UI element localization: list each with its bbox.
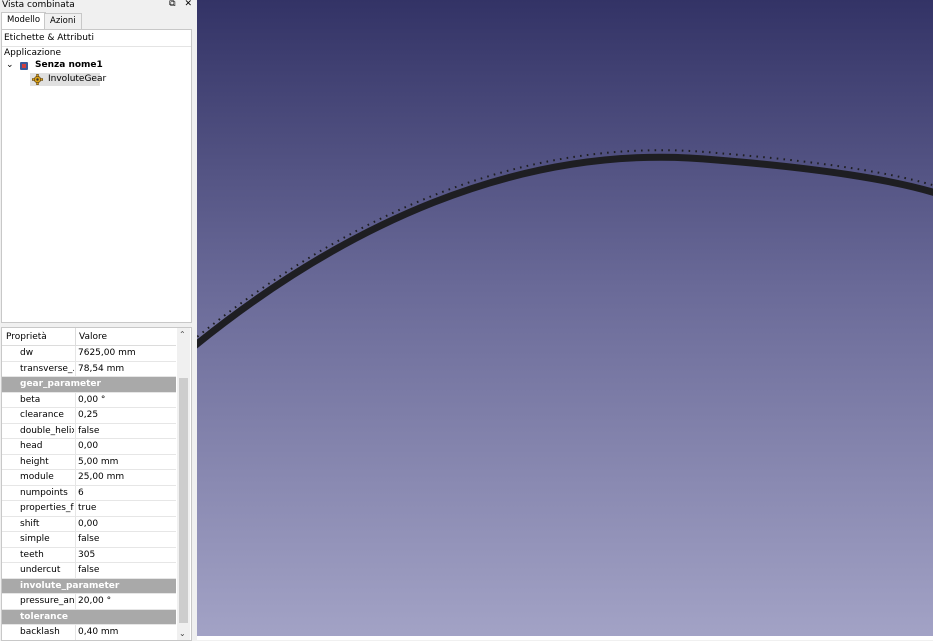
property-row[interactable]: double_helix false bbox=[2, 424, 176, 440]
property-value[interactable]: 7625,00 mm bbox=[78, 348, 136, 358]
panel-tabs: Modello Azioni bbox=[0, 12, 196, 29]
property-row[interactable]: dw 7625,00 mm bbox=[2, 346, 176, 362]
property-group[interactable]: involute_parameter bbox=[2, 579, 176, 595]
tree-header-divider bbox=[2, 46, 191, 47]
model-tree[interactable]: Etichette & Attributi Applicazione ⌄ Sen… bbox=[1, 29, 192, 323]
property-name: undercut bbox=[20, 565, 74, 575]
float-icon[interactable]: ⧉ bbox=[169, 0, 175, 9]
tab-modello[interactable]: Modello bbox=[1, 12, 46, 29]
property-value[interactable]: false bbox=[78, 565, 99, 575]
property-name: teeth bbox=[20, 550, 74, 560]
property-name: backlash bbox=[20, 627, 74, 637]
property-name: pressure_an... bbox=[20, 596, 74, 606]
property-name: shift bbox=[20, 519, 74, 529]
property-name: simple bbox=[20, 534, 74, 544]
property-value[interactable]: 78,54 mm bbox=[78, 364, 124, 374]
property-header: Proprietà Valore bbox=[2, 328, 176, 346]
property-row[interactable]: backlash 0,40 mm bbox=[2, 625, 176, 641]
involute-gear-model[interactable] bbox=[197, 0, 933, 640]
scrollbar-thumb[interactable] bbox=[179, 378, 188, 623]
status-strip bbox=[197, 636, 933, 640]
property-name: head bbox=[20, 441, 74, 451]
property-value[interactable]: 0,25 bbox=[78, 410, 98, 420]
property-rows: dw 7625,00 mm transverse_... 78,54 mm gear_p… bbox=[2, 346, 176, 641]
property-value[interactable]: 20,00 ° bbox=[78, 596, 111, 606]
property-value[interactable]: 0,00 bbox=[78, 441, 98, 451]
chevron-down-icon[interactable]: ⌄ bbox=[6, 60, 14, 70]
close-icon[interactable]: ✕ bbox=[184, 0, 192, 9]
tab-azioni[interactable]: Azioni bbox=[44, 13, 82, 29]
gear-icon bbox=[32, 74, 43, 85]
property-row[interactable]: clearance 0,25 bbox=[2, 408, 176, 424]
property-row[interactable]: numpoints 6 bbox=[2, 486, 176, 502]
property-group[interactable]: tolerance bbox=[2, 610, 176, 626]
property-row[interactable]: pressure_an... 20,00 ° bbox=[2, 594, 176, 610]
property-name: height bbox=[20, 457, 74, 467]
tree-header[interactable]: Etichette & Attributi bbox=[4, 33, 94, 43]
property-value[interactable]: false bbox=[78, 426, 99, 436]
document-icon bbox=[19, 61, 29, 71]
property-row[interactable]: properties_f... true bbox=[2, 501, 176, 517]
property-name: dw bbox=[20, 348, 74, 358]
property-group-label: tolerance bbox=[20, 612, 68, 622]
property-value[interactable]: true bbox=[78, 503, 96, 513]
property-group-label: gear_parameter bbox=[20, 379, 101, 389]
property-value[interactable]: 305 bbox=[78, 550, 95, 560]
property-value[interactable]: 25,00 mm bbox=[78, 472, 124, 482]
tree-item-involute-gear[interactable]: InvoluteGear bbox=[30, 73, 100, 86]
property-scrollbar[interactable]: ⌃ ⌄ bbox=[177, 328, 190, 640]
property-row[interactable]: head 0,00 bbox=[2, 439, 176, 455]
property-editor[interactable]: Proprietà Valore dw 7625,00 mm transverse_… bbox=[1, 327, 192, 641]
tree-application: Applicazione bbox=[4, 48, 61, 58]
property-value[interactable]: false bbox=[78, 534, 99, 544]
property-name: double_helix bbox=[20, 426, 74, 436]
3d-viewport[interactable] bbox=[197, 0, 933, 640]
property-row[interactable]: undercut false bbox=[2, 563, 176, 579]
combo-view-panel: Vista combinata ⧉ ✕ Modello Azioni Etich… bbox=[0, 0, 196, 640]
property-value[interactable]: 0,00 bbox=[78, 519, 98, 529]
property-value[interactable]: 0,40 mm bbox=[78, 627, 118, 637]
property-row[interactable]: simple false bbox=[2, 532, 176, 548]
scroll-down-icon[interactable]: ⌄ bbox=[179, 629, 186, 638]
property-group[interactable]: gear_parameter bbox=[2, 377, 176, 393]
property-value[interactable]: 0,00 ° bbox=[78, 395, 105, 405]
property-name: beta bbox=[20, 395, 74, 405]
value-column-header[interactable]: Valore bbox=[79, 332, 107, 342]
property-name: module bbox=[20, 472, 74, 482]
property-row[interactable]: teeth 305 bbox=[2, 548, 176, 564]
property-value[interactable]: 6 bbox=[78, 488, 84, 498]
property-row[interactable]: module 25,00 mm bbox=[2, 470, 176, 486]
property-column-header[interactable]: Proprietà bbox=[6, 332, 47, 342]
property-row[interactable]: beta 0,00 ° bbox=[2, 393, 176, 409]
property-name: numpoints bbox=[20, 488, 74, 498]
property-name: clearance bbox=[20, 410, 74, 420]
property-name: transverse_... bbox=[20, 364, 74, 374]
property-row[interactable]: transverse_... 78,54 mm bbox=[2, 362, 176, 378]
property-name: properties_f... bbox=[20, 503, 74, 513]
property-group-label: involute_parameter bbox=[20, 581, 119, 591]
document-label: Senza nome1 bbox=[35, 60, 103, 70]
object-label: InvoluteGear bbox=[48, 74, 106, 84]
property-row[interactable]: height 5,00 mm bbox=[2, 455, 176, 471]
panel-titlebar: Vista combinata ⧉ ✕ bbox=[0, 0, 196, 12]
panel-title: Vista combinata bbox=[2, 0, 75, 10]
property-value[interactable]: 5,00 mm bbox=[78, 457, 118, 467]
property-row[interactable]: shift 0,00 bbox=[2, 517, 176, 533]
scroll-up-icon[interactable]: ⌃ bbox=[179, 330, 186, 339]
